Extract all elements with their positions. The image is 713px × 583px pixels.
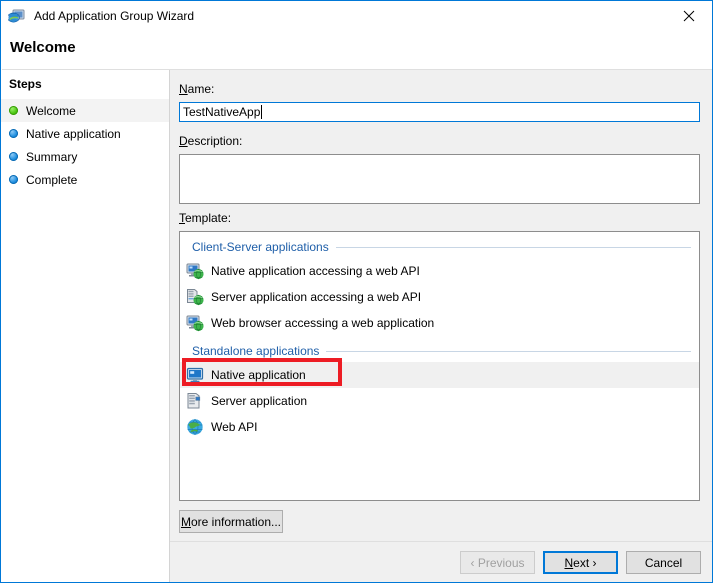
description-label: Description: — [179, 134, 242, 148]
template-item-label: Web API — [211, 420, 257, 434]
steps-heading: Steps — [1, 70, 169, 91]
template-item-web-browser-web-app[interactable]: Web browser accessing a web application — [180, 310, 699, 336]
template-item-label: Native application — [211, 368, 306, 382]
template-group-label: Client-Server applications — [192, 240, 329, 254]
description-input[interactable] — [179, 154, 700, 204]
name-label: Name: — [179, 82, 214, 96]
template-item-server-application[interactable]: Server application — [180, 388, 699, 414]
step-bullet-icon — [9, 106, 18, 115]
name-input[interactable] — [179, 102, 700, 122]
template-item-server-app-web-api[interactable]: Server application accessing a web API — [180, 284, 699, 310]
server-globe-icon — [186, 288, 204, 306]
application-group-icon — [8, 7, 26, 25]
step-bullet-icon — [9, 129, 18, 138]
window-title: Add Application Group Wizard — [34, 9, 194, 23]
page-title: Welcome — [10, 39, 76, 56]
template-list[interactable]: Client-Server applications — [179, 231, 700, 501]
divider — [336, 247, 691, 248]
text-caret — [261, 105, 262, 119]
template-item-label: Server application accessing a web API — [211, 290, 421, 304]
step-item-native-application[interactable]: Native application — [1, 122, 169, 145]
step-item-summary[interactable]: Summary — [1, 145, 169, 168]
monitor-globe-icon — [186, 262, 204, 280]
cancel-button[interactable]: Cancel — [626, 551, 701, 574]
monitor-icon — [186, 366, 204, 384]
footer: ‹ Previous Next › Cancel — [170, 541, 712, 583]
template-item-label: Native application accessing a web API — [211, 264, 420, 278]
title-bar: Add Application Group Wizard — [1, 1, 712, 31]
body-area: Steps Welcome Native application Summary… — [1, 70, 712, 583]
header-band: Welcome — [2, 31, 712, 70]
divider — [326, 351, 691, 352]
next-button[interactable]: Next › — [543, 551, 618, 574]
content-panel: Name: Description: Template: Client-Serv… — [170, 70, 712, 583]
template-group-header: Client-Server applications — [180, 236, 699, 258]
template-item-native-app-web-api[interactable]: Native application accessing a web API — [180, 258, 699, 284]
step-item-welcome[interactable]: Welcome — [1, 99, 169, 122]
template-item-label: Web browser accessing a web application — [211, 316, 434, 330]
template-label: Template: — [179, 211, 231, 225]
template-item-label: Server application — [211, 394, 307, 408]
close-icon[interactable] — [666, 1, 712, 30]
template-item-web-api[interactable]: Web API — [180, 414, 699, 440]
step-label: Native application — [26, 127, 121, 141]
step-label: Welcome — [26, 104, 76, 118]
template-group-header: Standalone applications — [180, 340, 699, 362]
monitor-globe-icon — [186, 314, 204, 332]
globe-icon — [186, 418, 204, 436]
footer-buttons: ‹ Previous Next › Cancel — [460, 551, 701, 574]
steps-panel: Steps Welcome Native application Summary… — [1, 70, 170, 583]
step-label: Summary — [26, 150, 77, 164]
step-item-complete[interactable]: Complete — [1, 168, 169, 191]
server-icon — [186, 392, 204, 410]
template-item-native-application[interactable]: Native application — [180, 362, 699, 388]
steps-list: Welcome Native application Summary Compl… — [1, 99, 169, 191]
step-bullet-icon — [9, 175, 18, 184]
step-bullet-icon — [9, 152, 18, 161]
step-label: Complete — [26, 173, 77, 187]
previous-button[interactable]: ‹ Previous — [460, 551, 535, 574]
more-information-label: ore information... — [191, 515, 281, 529]
wizard-window: Add Application Group Wizard Welcome Ste… — [0, 0, 713, 583]
more-information-button[interactable]: More information... — [179, 510, 283, 533]
template-group-label: Standalone applications — [192, 344, 319, 358]
